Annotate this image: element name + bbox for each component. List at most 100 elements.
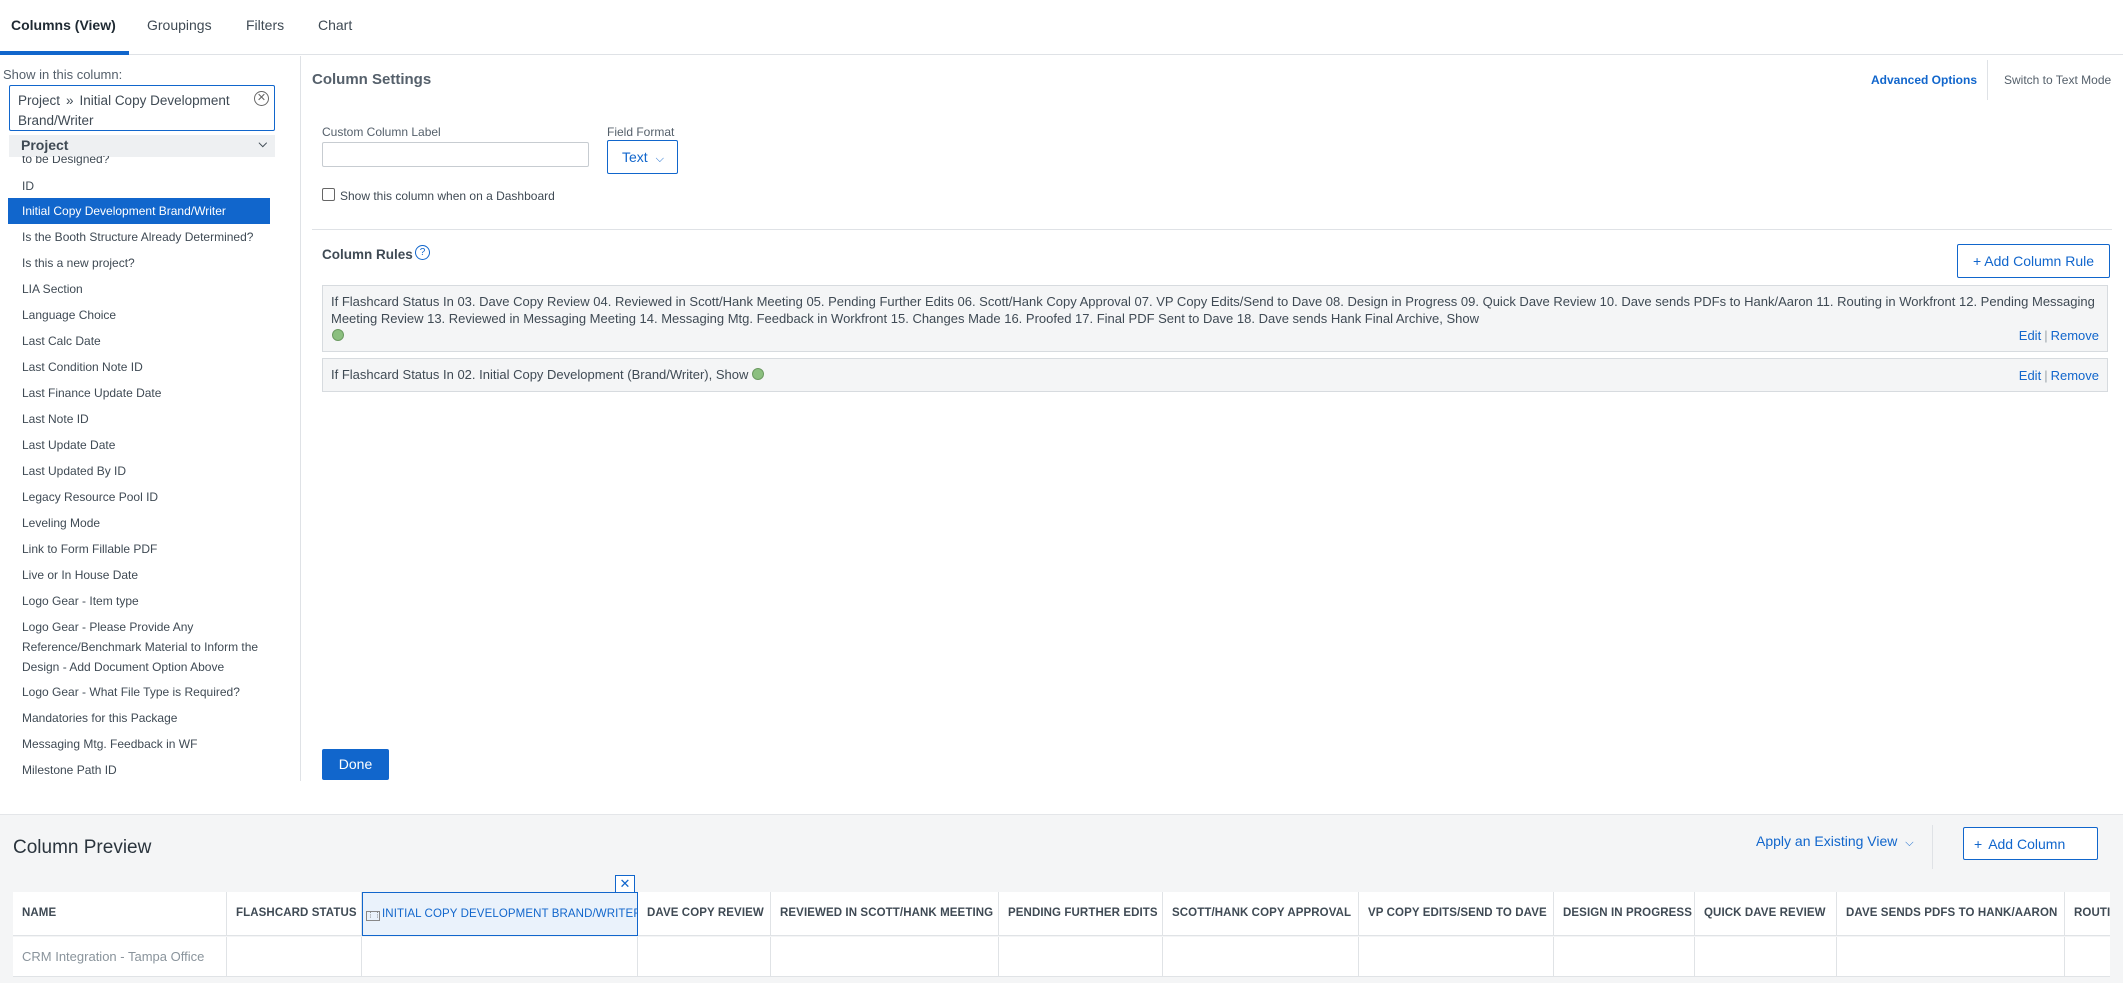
table-cell — [1163, 937, 1359, 977]
column-header[interactable]: DESIGN IN PROGRESS — [1554, 892, 1695, 936]
column-header[interactable]: SCOTT/HANK COPY APPROVAL — [1163, 892, 1359, 936]
table-cell — [2065, 937, 2110, 977]
advanced-options-link[interactable]: Advanced Options — [1871, 73, 1977, 87]
table-cell — [1695, 937, 1837, 977]
table-cell — [1837, 937, 2065, 977]
rule-actions: Edit | Remove — [2018, 368, 2099, 383]
dashboard-checkbox-label: Show this column when on a Dashboard — [340, 189, 555, 203]
table-cell — [1554, 937, 1695, 977]
table-cell — [638, 937, 771, 977]
column-header-selected[interactable]: ⋮⋮INITIAL COPY DEVELOPMENT BRAND/WRITER — [362, 892, 638, 936]
selected-field-box[interactable]: Project» Initial Copy Development Brand/W… — [9, 85, 275, 131]
table-cell — [362, 937, 638, 977]
column-rule: If Flashcard Status In 03. Dave Copy Rev… — [322, 285, 2108, 352]
column-header[interactable]: REVIEWED IN SCOTT/HANK MEETING — [771, 892, 999, 936]
remove-rule-link[interactable]: Remove — [2051, 368, 2099, 383]
field-item[interactable]: Language Choice — [22, 305, 116, 325]
add-column-label: Add Column — [1988, 836, 2066, 852]
done-button[interactable]: Done — [322, 749, 389, 780]
table-cell — [227, 937, 362, 977]
rule-text: If Flashcard Status In 03. Dave Copy Rev… — [331, 294, 2095, 326]
plus-icon: + — [1974, 836, 1983, 852]
field-item[interactable]: Legacy Resource Pool ID — [22, 487, 158, 507]
remove-rule-link[interactable]: Remove — [2051, 328, 2099, 343]
field-item-selected[interactable]: Initial Copy Development Brand/Writer — [8, 198, 270, 224]
tab-chart[interactable]: Chart — [318, 17, 352, 33]
column-preview-section: Column Preview Apply an Existing View ⌵ … — [0, 814, 2123, 983]
dashboard-checkbox[interactable] — [322, 188, 335, 201]
remove-column-icon[interactable]: ✕ — [615, 875, 635, 893]
preview-divider — [1932, 825, 1933, 869]
field-item[interactable]: Logo Gear - What File Type is Required? — [22, 682, 240, 702]
field-group-select[interactable]: Project ⌵ — [9, 135, 275, 157]
field-item[interactable]: LIA Section — [22, 279, 83, 299]
field-item[interactable]: to be Designed? — [22, 156, 109, 169]
column-preview-title: Column Preview — [13, 837, 152, 858]
table-cell — [771, 937, 999, 977]
column-rules-title: Column Rules — [322, 247, 413, 262]
tab-columns-view[interactable]: Columns (View) — [11, 17, 116, 33]
column-rule: If Flashcard Status In 02. Initial Copy … — [322, 358, 2108, 392]
field-format-dropdown[interactable]: Text ⌵ — [607, 140, 678, 174]
header-divider — [1987, 60, 1988, 100]
field-item[interactable]: Is this a new project? — [22, 253, 135, 273]
field-group-label: Project — [21, 137, 69, 153]
field-item[interactable]: Logo Gear - Please Provide Any Reference… — [22, 617, 262, 677]
field-picker-panel: Show in this column: Project » Initial Cop… — [0, 56, 301, 781]
show-in-column-label: Show in this column: — [3, 67, 123, 82]
field-item[interactable]: Logo Gear - Item type — [22, 591, 139, 611]
column-header[interactable]: DAVE SENDS PDFS TO HANK/AARON — [1837, 892, 2065, 936]
drag-handle-icon[interactable]: ⋮⋮ — [366, 911, 381, 921]
edit-rule-link[interactable]: Edit — [2019, 368, 2041, 383]
apply-existing-view-label: Apply an Existing View — [1756, 833, 1898, 849]
path-separator-icon: » — [66, 93, 74, 108]
section-divider — [312, 229, 2112, 230]
field-item[interactable]: Last Update Date — [22, 435, 115, 455]
switch-to-text-mode-link[interactable]: Switch to Text Mode — [2004, 73, 2111, 87]
field-item[interactable]: Messaging Mtg. Feedback in WF — [22, 734, 197, 754]
field-format-value: Text — [622, 149, 648, 165]
field-item[interactable]: Link to Form Fillable PDF — [22, 539, 157, 559]
field-format-caption: Field Format — [607, 125, 675, 139]
field-item[interactable]: Live or In House Date — [22, 565, 138, 585]
column-header[interactable]: PENDING FURTHER EDITS — [999, 892, 1163, 936]
field-item[interactable]: Is the Booth Structure Already Determine… — [22, 227, 253, 247]
status-dot-icon — [332, 329, 344, 341]
chevron-down-icon: ⌵ — [1905, 837, 1914, 849]
field-item[interactable]: Mandatories for this Package — [22, 708, 177, 728]
add-column-rule-button[interactable]: + Add Column Rule — [1957, 244, 2110, 278]
field-item[interactable]: Last Calc Date — [22, 331, 101, 351]
field-item[interactable]: ID — [22, 176, 34, 196]
chevron-down-icon: ⌵ — [655, 153, 664, 165]
column-header-label: INITIAL COPY DEVELOPMENT BRAND/WRITER — [382, 908, 638, 920]
field-item[interactable]: Leveling Mode — [22, 513, 100, 533]
table-cell: CRM Integration - Tampa Office — [13, 937, 227, 977]
table-cell — [1359, 937, 1554, 977]
tab-filters[interactable]: Filters — [246, 17, 284, 33]
field-item[interactable]: Milestone Path ID — [22, 760, 117, 780]
apply-existing-view-dropdown[interactable]: Apply an Existing View ⌵ — [1756, 833, 1914, 850]
column-header[interactable]: NAME — [13, 892, 227, 936]
column-settings-title: Column Settings — [312, 71, 432, 88]
field-item[interactable]: Last Note ID — [22, 409, 89, 429]
custom-column-label-caption: Custom Column Label — [322, 125, 441, 139]
preview-table: NAME FLASHCARD STATUS ⋮⋮INITIAL COPY DEV… — [13, 892, 2110, 983]
field-item[interactable]: Last Condition Note ID — [22, 357, 143, 377]
column-header[interactable]: QUICK DAVE REVIEW — [1695, 892, 1837, 936]
field-item[interactable]: Last Finance Update Date — [22, 383, 161, 403]
column-header[interactable]: DAVE COPY REVIEW — [638, 892, 771, 936]
help-icon[interactable]: ? — [415, 245, 430, 260]
clear-icon[interactable]: ✕ — [254, 91, 269, 106]
field-list[interactable]: to be Designed? ID Initial Copy Developm… — [0, 156, 300, 781]
tab-groupings[interactable]: Groupings — [147, 17, 212, 33]
column-header[interactable]: FLASHCARD STATUS — [227, 892, 362, 936]
selected-path-part1: Project — [18, 93, 61, 108]
column-header[interactable]: ROUTI — [2065, 892, 2110, 936]
chevron-down-icon: ⌵ — [258, 138, 267, 150]
column-header[interactable]: VP COPY EDITS/SEND TO DAVE — [1359, 892, 1554, 936]
active-tab-indicator — [0, 51, 129, 55]
custom-column-label-input[interactable] — [322, 142, 589, 167]
field-item[interactable]: Last Updated By ID — [22, 461, 126, 481]
add-column-button[interactable]: + Add Column — [1963, 827, 2098, 860]
edit-rule-link[interactable]: Edit — [2019, 328, 2041, 343]
